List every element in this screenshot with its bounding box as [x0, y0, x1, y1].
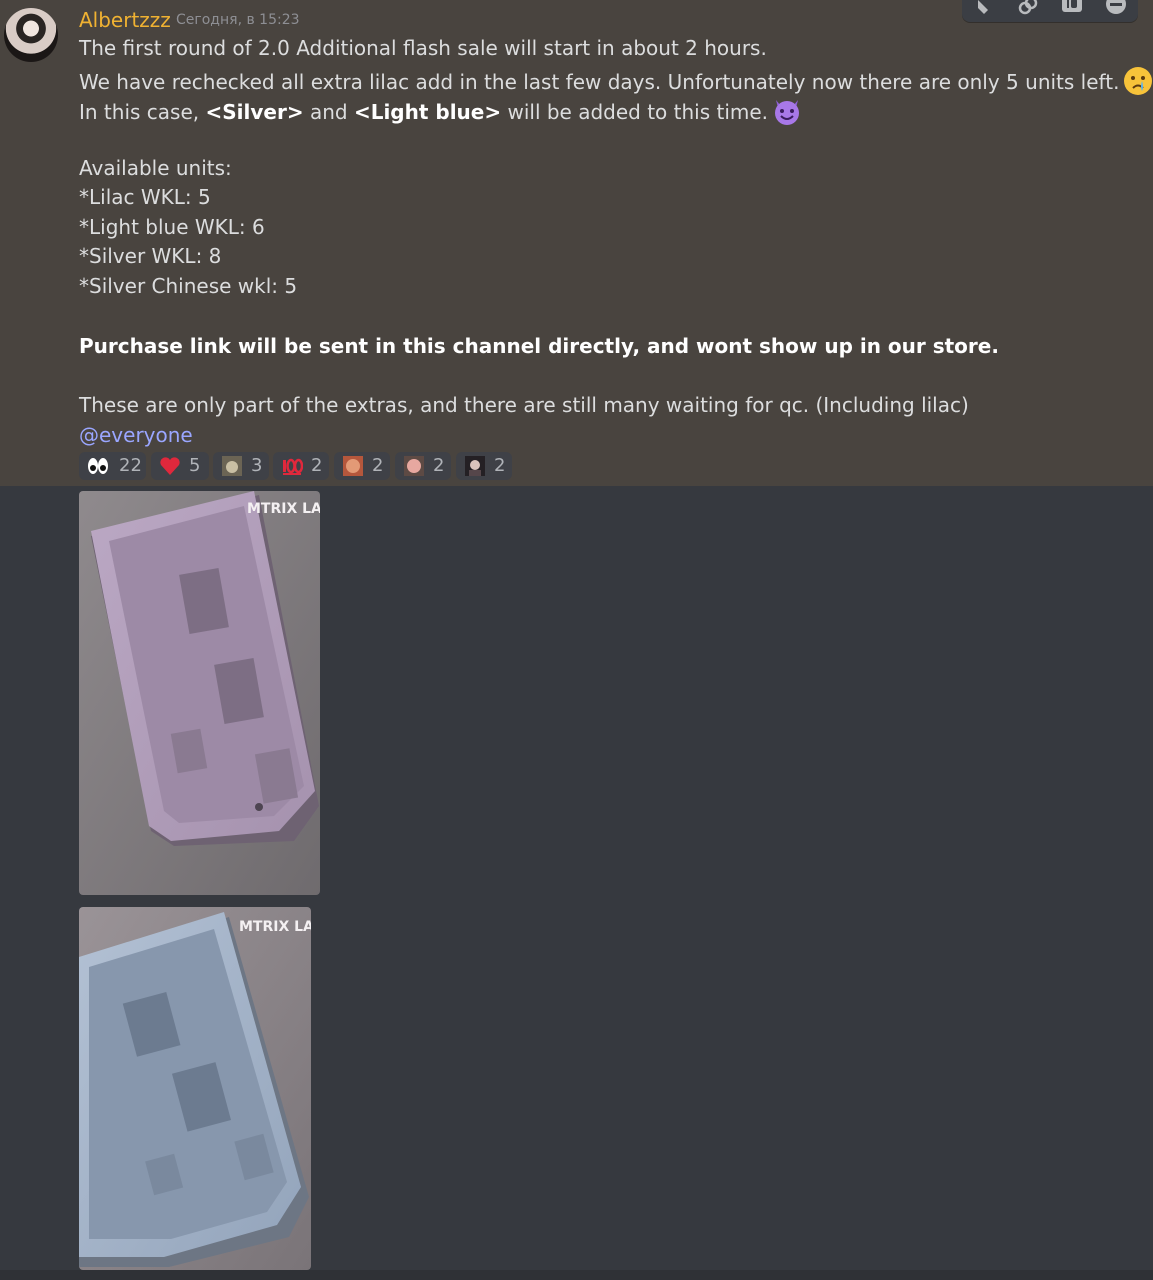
- reaction-hundred[interactable]: 2: [273, 452, 329, 480]
- light-blue-keyboard-case-photo[interactable]: MTRIX LAB: [79, 907, 311, 1270]
- purchase-note-text: Purchase link will be sent in this chann…: [79, 334, 999, 358]
- id-icon[interactable]: [1060, 0, 1084, 18]
- brand-logo-text: MTRIX LAB: [247, 501, 320, 517]
- reaction-heart[interactable]: 5: [151, 452, 209, 480]
- unit-item: *Silver Chinese wkl: 5: [79, 274, 298, 298]
- units-heading: Available units:: [79, 156, 232, 180]
- text-segment: In this case,: [79, 100, 206, 124]
- lilac-keyboard-case-photo[interactable]: MTRIX LAB: [79, 491, 320, 895]
- custom-baby-emoji: [404, 456, 424, 476]
- light-blue-label: <Light blue>: [353, 100, 502, 124]
- everyone-mention[interactable]: @everyone: [79, 423, 193, 447]
- crying-face-emoji: [1124, 67, 1153, 95]
- unit-item: *Silver WKL: 8: [79, 244, 222, 268]
- emoji-icon[interactable]: [1104, 0, 1128, 18]
- extras-note: These are only part of the extras, and t…: [79, 393, 969, 417]
- link-icon[interactable]: [1016, 0, 1040, 18]
- eyes-emoji: [88, 458, 108, 474]
- silver-label: <Silver>: [205, 100, 304, 124]
- heart-emoji: [160, 457, 180, 475]
- reaction-count: 22: [119, 455, 142, 476]
- message-highlight: Albertzzz Сегодня, в 15:23 The first rou…: [0, 0, 1153, 486]
- message-line: In this case, <Silver> and <Light blue> …: [79, 96, 802, 126]
- hundred-points-emoji: [283, 458, 303, 475]
- smiling-devil-emoji: [775, 100, 800, 125]
- reaction-count: 2: [433, 455, 445, 476]
- author-name[interactable]: Albertzzz: [79, 8, 171, 32]
- bottom-edge: [0, 1270, 1153, 1280]
- text-segment: will be added to this time.: [501, 100, 769, 124]
- reaction-count: 2: [494, 455, 506, 476]
- reaction-custom-face[interactable]: 2: [334, 452, 390, 480]
- author-avatar[interactable]: [4, 8, 58, 62]
- custom-portrait-emoji: [465, 456, 485, 476]
- reaction-custom-portrait[interactable]: 2: [456, 452, 512, 480]
- add-reaction-icon[interactable]: [974, 0, 998, 18]
- purchase-note: Purchase link will be sent in this chann…: [79, 334, 999, 358]
- reaction-custom-cat[interactable]: 3: [213, 452, 269, 480]
- message-line-text: We have rechecked all extra lilac add in…: [79, 70, 1120, 94]
- unit-item: *Lilac WKL: 5: [79, 185, 211, 209]
- reaction-eyes[interactable]: 22: [79, 452, 146, 480]
- text-segment: and: [303, 100, 354, 124]
- brand-logo-text: MTRIX LAB: [239, 919, 311, 935]
- message-line: We have rechecked all extra lilac add in…: [79, 66, 1153, 96]
- reaction-custom-baby[interactable]: 2: [395, 452, 451, 480]
- message-timestamp[interactable]: Сегодня, в 15:23: [176, 12, 300, 28]
- custom-face-emoji: [343, 456, 363, 476]
- message-actions-toolbar: [962, 0, 1138, 22]
- reaction-count: 3: [251, 455, 263, 476]
- reaction-count: 5: [189, 455, 201, 476]
- custom-cat-emoji: [222, 456, 242, 476]
- message-line: The first round of 2.0 Additional flash …: [79, 36, 767, 60]
- unit-item: *Light blue WKL: 6: [79, 215, 265, 239]
- reaction-count: 2: [311, 455, 323, 476]
- reaction-count: 2: [372, 455, 384, 476]
